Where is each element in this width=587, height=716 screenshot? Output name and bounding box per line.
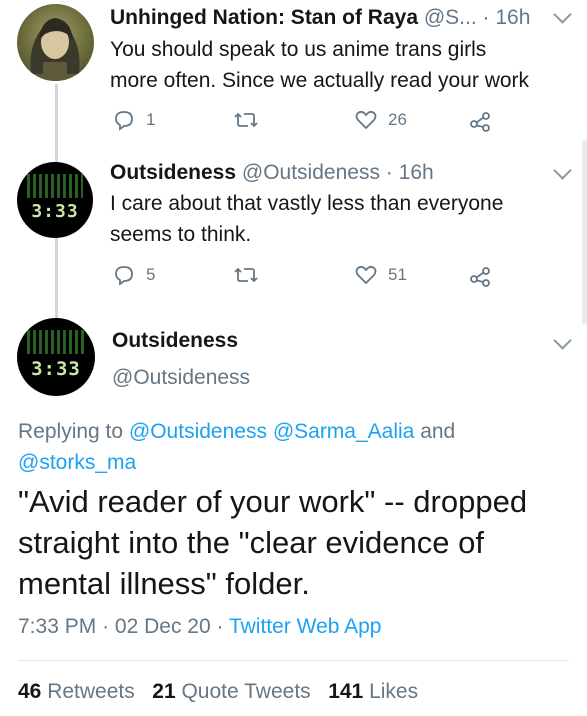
author-handle[interactable]: @S...: [424, 6, 477, 29]
reply-icon: [115, 111, 133, 131]
reply-button[interactable]: 1: [112, 108, 155, 132]
main-author-name[interactable]: Outsideness: [112, 329, 238, 353]
scrollbar[interactable]: [582, 140, 587, 325]
retweet-icon: [234, 112, 258, 128]
mention-link[interactable]: @storks_ma: [18, 451, 136, 474]
meta-separator: ·: [482, 6, 490, 29]
share-button[interactable]: [468, 263, 492, 287]
tweet-text-line: more often. Since we actually read your …: [110, 69, 530, 92]
tweet-text: You should speak to us anime trans girls…: [110, 34, 580, 96]
tweet-time[interactable]: 16h: [399, 161, 434, 184]
main-text-line: "Avid reader of your work" -- dropped: [18, 484, 528, 519]
divider: [18, 660, 569, 661]
replying-to: Replying to @Outsideness @Sarma_Aalia an…: [18, 416, 558, 478]
retweet-button[interactable]: [233, 108, 269, 132]
likes-label: Likes: [369, 680, 419, 703]
share-icon: [470, 112, 490, 132]
tweet-text: I care about that vastly less than every…: [110, 188, 580, 250]
avatar[interactable]: [17, 4, 94, 81]
thread-line: [55, 84, 58, 162]
thread-line: [55, 232, 58, 318]
reply-button[interactable]: 5: [112, 263, 155, 287]
author-name[interactable]: Outsideness: [110, 161, 236, 184]
quote-tweets-label: Quote Tweets: [181, 680, 311, 703]
like-count: 51: [388, 265, 407, 284]
author-name[interactable]: Unhinged Nation: Stan of Raya: [110, 6, 418, 29]
likes-stat[interactable]: 141 Likes: [328, 680, 418, 703]
retweet-icon: [234, 267, 258, 283]
tweet-time[interactable]: 16h: [495, 6, 530, 29]
avatar[interactable]: 3:33: [17, 162, 93, 238]
main-tweet-text: "Avid reader of your work" -- dropped st…: [18, 481, 578, 604]
timestamp-date[interactable]: 02 Dec 20: [115, 615, 211, 638]
chevron-down-icon[interactable]: [553, 331, 572, 350]
meta-separator: ·: [102, 615, 110, 638]
avatar-pattern: [27, 330, 85, 354]
avatar-clock-text: 3:33: [31, 200, 79, 222]
quote-tweets-count: 21: [152, 680, 176, 703]
tweet-timestamp: 7:33 PM · 02 Dec 20 · Twitter Web App: [18, 615, 381, 639]
avatar[interactable]: 3:33: [17, 318, 95, 396]
avatar-clock-text: 3:33: [31, 358, 81, 380]
main-author-handle[interactable]: @Outsideness: [112, 366, 250, 390]
replying-prefix: Replying to: [18, 420, 129, 443]
meta-separator: ·: [385, 161, 393, 184]
quote-tweets-stat[interactable]: 21 Quote Tweets: [152, 680, 310, 703]
chevron-down-icon[interactable]: [553, 161, 572, 180]
retweet-button[interactable]: [233, 263, 269, 287]
retweets-stat[interactable]: 46 Retweets: [18, 680, 135, 703]
engagement-stats: 46 Retweets 21 Quote Tweets 141 Likes: [18, 680, 418, 704]
tweet-text-line: I care about that vastly less than every…: [110, 192, 504, 215]
mention-link[interactable]: @Outsideness: [129, 420, 267, 443]
main-text-line: mental illness" folder.: [18, 566, 310, 601]
like-icon: [355, 265, 377, 285]
tweet-author[interactable]: Unhinged Nation: Stan of Raya @S... · 16…: [110, 6, 530, 30]
tweet-text-line: seems to think.: [110, 223, 252, 246]
share-icon: [470, 267, 490, 287]
chevron-down-icon[interactable]: [553, 5, 572, 24]
reply-icon: [115, 266, 133, 286]
retweets-count: 46: [18, 680, 42, 703]
retweets-label: Retweets: [47, 680, 135, 703]
tweet-author[interactable]: Outsideness @Outsideness · 16h: [110, 161, 434, 185]
like-count: 26: [388, 110, 407, 129]
client-link[interactable]: Twitter Web App: [229, 615, 382, 638]
author-handle[interactable]: @Outsideness: [242, 161, 380, 184]
reply-count: 1: [146, 110, 156, 129]
like-button[interactable]: 26: [354, 108, 407, 132]
avatar-pattern: [27, 174, 83, 198]
main-text-line: straight into the "clear evidence of: [18, 525, 484, 560]
mention-link[interactable]: @Sarma_Aalia: [273, 420, 415, 443]
like-button[interactable]: 51: [354, 263, 407, 287]
tweet-text-line: You should speak to us anime trans girls: [110, 38, 487, 61]
likes-count: 141: [328, 680, 364, 703]
reply-count: 5: [146, 265, 156, 284]
timestamp-time[interactable]: 7:33 PM: [18, 615, 96, 638]
avatar-image: [30, 18, 80, 81]
meta-separator: ·: [216, 615, 224, 638]
replying-and: and: [414, 420, 456, 443]
like-icon: [355, 110, 377, 130]
share-button[interactable]: [468, 108, 492, 132]
